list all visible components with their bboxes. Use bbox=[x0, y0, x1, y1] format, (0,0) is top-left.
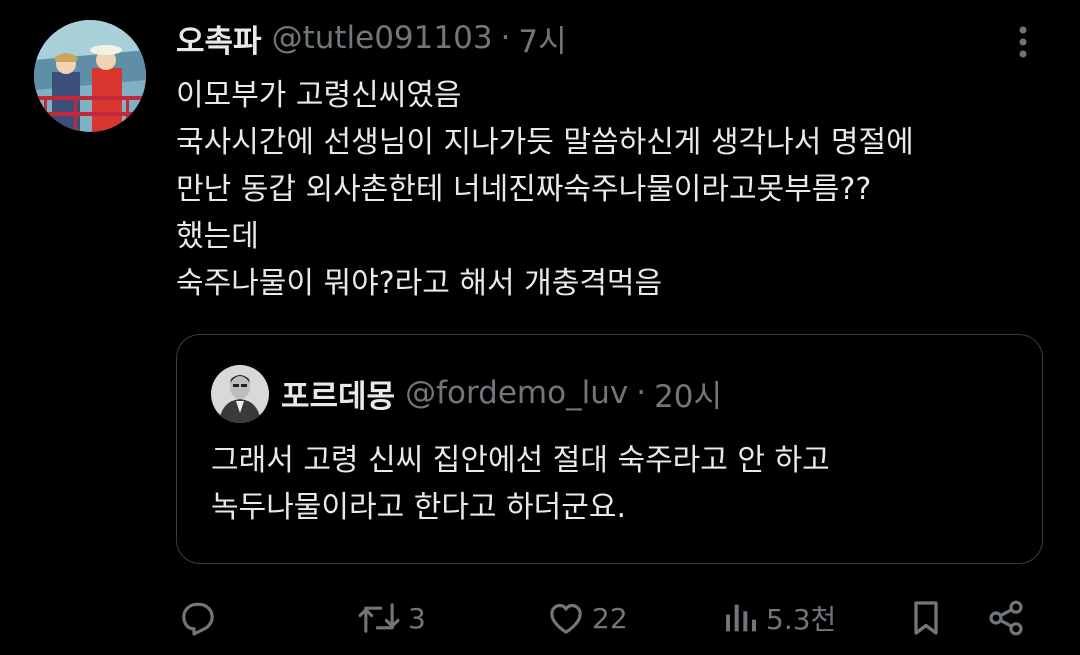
views-button[interactable]: 5.3천 bbox=[722, 590, 836, 646]
quoted-user-handle[interactable]: @fordemo_luv bbox=[405, 375, 628, 411]
avatar[interactable] bbox=[34, 20, 146, 132]
tweet-text-line: 국사시간에 선생님이 지나가듯 말씀하신게 생각나서 명절에 bbox=[176, 125, 914, 160]
user-handle[interactable]: @tutle091103 bbox=[272, 20, 493, 56]
tweet-text-line: 만난 동갑 외사촌한테 너네진짜숙주나물이라고못부름?? bbox=[176, 172, 872, 207]
quoted-avatar[interactable] bbox=[211, 365, 269, 423]
quoted-text-line: 그래서 고령 신씨 집안에선 절대 숙주라고 안 하고 bbox=[211, 443, 830, 478]
views-count: 5.3천 bbox=[766, 603, 837, 636]
tweet-header: 오촉파 @tutle091103 · 7시 bbox=[176, 16, 567, 60]
retweet-button[interactable]: 3 bbox=[356, 590, 426, 646]
retweet-count: 3 bbox=[408, 601, 426, 635]
quoted-tweet-card[interactable]: 포르데몽 @fordemo_luv · 20시 그래서 고령 신씨 집안에선 절… bbox=[176, 334, 1043, 564]
tweet-text-line: 했는데 bbox=[176, 219, 259, 254]
quoted-display-name[interactable]: 포르데몽 bbox=[281, 371, 395, 416]
bookmark-icon bbox=[914, 601, 938, 635]
share-button[interactable] bbox=[986, 590, 1026, 646]
quoted-separator-dot: · bbox=[636, 375, 647, 411]
share-icon bbox=[989, 600, 1023, 636]
reply-button[interactable] bbox=[178, 590, 218, 646]
more-options-icon[interactable] bbox=[1010, 22, 1036, 62]
tweet-text-line: 숙주나물이 뭐야?라고 해서 개충격먹음 bbox=[176, 266, 663, 301]
like-button[interactable]: 22 bbox=[546, 590, 628, 646]
avatar-image bbox=[34, 20, 146, 132]
bookmark-button[interactable] bbox=[908, 590, 944, 646]
quoted-header: 포르데몽 @fordemo_luv · 20시 bbox=[281, 371, 722, 415]
reply-icon bbox=[182, 602, 214, 636]
like-count: 22 bbox=[592, 601, 628, 635]
timestamp[interactable]: 7시 bbox=[518, 16, 566, 61]
action-bar: 3 22 5.3천 bbox=[0, 590, 1080, 646]
views-icon bbox=[726, 604, 756, 632]
quoted-text: 그래서 고령 신씨 집안에선 절대 숙주라고 안 하고 녹두나물이라고 한다고 … bbox=[211, 437, 1031, 531]
tweet-text: 이모부가 고령신씨였음 국사시간에 선생님이 지나가듯 말씀하신게 생각나서 명… bbox=[176, 72, 1046, 307]
tweet-text-line: 이모부가 고령신씨였음 bbox=[176, 78, 462, 113]
quoted-avatar-image bbox=[211, 365, 269, 423]
quoted-timestamp[interactable]: 20시 bbox=[654, 371, 722, 416]
quoted-text-line: 녹두나물이라고 한다고 하더군요. bbox=[211, 490, 627, 525]
separator-dot: · bbox=[500, 20, 511, 56]
retweet-icon bbox=[358, 603, 400, 633]
display-name[interactable]: 오촉파 bbox=[176, 16, 262, 61]
heart-icon bbox=[550, 603, 582, 634]
